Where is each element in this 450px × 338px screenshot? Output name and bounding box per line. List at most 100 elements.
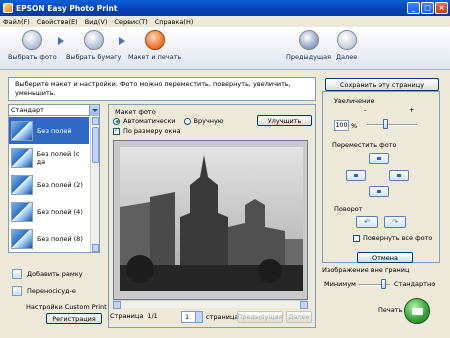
transfer-option[interactable]: Переносiсуд-е [12, 286, 76, 296]
fit-window-option[interactable]: По размеру окна [113, 126, 181, 135]
zoom-input[interactable]: 100 [334, 120, 349, 131]
layout-thumbnail [11, 120, 33, 141]
menu-help[interactable]: Справка(H) [155, 18, 194, 26]
auto-radio[interactable] [113, 117, 120, 125]
move-photo-label: Переместить фото [332, 141, 397, 149]
move-left-button[interactable] [346, 170, 366, 181]
scroll-left-button[interactable] [113, 301, 121, 309]
page-word: страница [206, 313, 239, 321]
instruction-text: Выберите макет и настройки. Фото можно п… [8, 77, 316, 101]
move-up-button[interactable] [369, 153, 389, 164]
transfer-label: Переносiсуд-е [27, 287, 76, 295]
paper-icon [83, 30, 104, 50]
page-label: Страница [110, 312, 144, 320]
toolbar: Выбрать фото Выбрать бумагу Макет и печа… [0, 27, 450, 70]
manual-radio[interactable] [183, 117, 191, 125]
layout-item[interactable]: Без полей (4) [9, 198, 89, 225]
rotate-right-button[interactable]: ↷ [384, 216, 406, 228]
manual-radio-label: Вручную [193, 117, 224, 125]
bounds-slider-handle[interactable] [381, 279, 386, 289]
menu-file[interactable]: Файл(F) [3, 18, 30, 26]
layout-item-label: Без полей [37, 126, 72, 135]
layout-item[interactable]: Без полей (8) [9, 225, 89, 252]
photo-image[interactable] [120, 147, 303, 291]
layout-thumbnail [11, 228, 33, 249]
photo-preview[interactable] [113, 140, 308, 300]
rotate-label: Поворот [334, 205, 363, 213]
add-frame-label: Добавить рамку [27, 270, 83, 278]
transfer-icon [12, 286, 22, 296]
layout-item[interactable]: Без полей (2) [9, 171, 89, 198]
close-button[interactable]: × [435, 2, 448, 14]
fit-window-checkbox[interactable] [113, 126, 120, 135]
move-down-button[interactable] [369, 186, 389, 197]
layout-item-label: Без полей (2) [37, 180, 83, 189]
zoom-label: Увеличение [334, 97, 375, 105]
print-button[interactable] [404, 298, 430, 324]
save-page-button[interactable]: Сохранить эту страницу [325, 78, 439, 91]
layout-item[interactable]: Без полей [9, 117, 89, 144]
photo-layout-title: Макет фото [115, 108, 156, 116]
zoom-plus-label: + [409, 106, 415, 114]
photo-icon [22, 30, 43, 50]
minimum-label: Минимум [324, 280, 356, 288]
menu-tools[interactable]: Сервис(T) [114, 18, 147, 26]
page-indicator: Страница 1/1 [110, 312, 158, 320]
zoom-unit: % [351, 122, 358, 130]
move-right-button[interactable] [389, 170, 409, 181]
rotate-all-label: Повернуть все фото [363, 234, 433, 242]
step-select-paper-label: Выбрать бумагу [66, 53, 122, 61]
zoom-slider-track[interactable] [367, 124, 417, 126]
layout-icon [144, 30, 165, 50]
toolbar-next-button[interactable]: Далее [336, 30, 357, 61]
prev-page-button[interactable]: Предыдущая [237, 311, 283, 323]
menu-properties[interactable]: Свойства(E) [37, 18, 78, 26]
preview-hscrollbar[interactable] [113, 300, 308, 309]
rotate-all-option[interactable]: Повернуть все фото [353, 234, 432, 242]
cancel-button[interactable]: Отмена [357, 252, 413, 263]
next-page-button[interactable]: Далее [286, 311, 312, 323]
step-select-photo[interactable]: Выбрать фото [8, 30, 57, 61]
improve-button[interactable]: Улучшить [257, 115, 312, 126]
chevron-down-icon[interactable] [89, 105, 99, 116]
toolbar-prev-button[interactable]: Предыдущая [286, 30, 331, 61]
frame-icon [12, 269, 22, 279]
step-layout-print[interactable]: Макет и печать [128, 30, 181, 61]
register-button[interactable]: Регистрация [46, 313, 102, 324]
layout-dropdown[interactable]: Стандарт [9, 105, 99, 116]
scroll-thumb[interactable] [92, 127, 99, 163]
zoom-minus-label: - [364, 106, 367, 114]
step-select-photo-label: Выбрать фото [8, 53, 57, 61]
layout-thumbnail [11, 201, 33, 222]
layout-item-label: Без полей (с да [36, 149, 80, 166]
menu-view[interactable]: Вид(V) [85, 18, 108, 26]
step-select-paper[interactable]: Выбрать бумагу [66, 30, 121, 61]
zoom-slider-handle[interactable] [383, 119, 388, 129]
menu-bar: Файл(F) Свойства(E) Вид(V) Сервис(T) Спр… [0, 16, 450, 27]
maximize-button[interactable]: □ [421, 2, 434, 14]
step-layout-print-label: Макет и печать [128, 53, 182, 61]
layout-thumbnail [11, 147, 33, 168]
forward-icon [336, 30, 357, 50]
app-icon [3, 3, 13, 13]
back-icon [298, 30, 319, 50]
fit-window-label: По размеру окна [123, 127, 181, 135]
layout-dropdown-value: Стандарт [11, 106, 44, 114]
layout-item-label: Без полей (4) [37, 207, 83, 216]
scroll-down-button[interactable] [92, 244, 99, 252]
scroll-up-button[interactable] [92, 117, 99, 125]
scroll-right-button[interactable] [300, 301, 308, 309]
out-of-bounds-label: Изображение вне границ [322, 266, 410, 274]
page-stepper[interactable]: 1 [181, 311, 203, 323]
layout-mode-group: Автоматически Вручную [113, 117, 223, 125]
layout-list: Без полей Без полей (с да Без полей (2) … [9, 117, 89, 252]
toolbar-next-label: Далее [336, 53, 358, 61]
rotate-all-checkbox[interactable] [353, 234, 360, 242]
layout-item[interactable]: Без полей (с да [9, 144, 89, 171]
layout-scrollbar[interactable] [90, 117, 99, 252]
minimize-button[interactable]: _ [407, 2, 420, 14]
rotate-left-button[interactable]: ↶ [356, 216, 378, 228]
add-frame-option[interactable]: Добавить рамку [12, 269, 83, 279]
custom-print-label: Настройки Custom Print [26, 303, 107, 311]
arrow-right-icon [119, 37, 125, 45]
